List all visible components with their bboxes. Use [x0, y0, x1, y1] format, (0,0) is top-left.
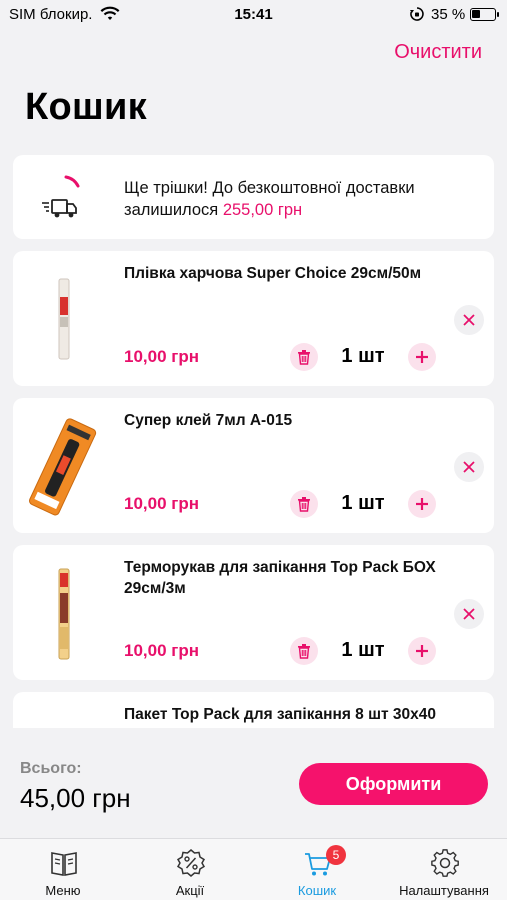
total-amount: 45,00 грн — [20, 783, 131, 813]
trash-icon — [298, 497, 310, 512]
product-quantity: 1 шт — [341, 345, 385, 367]
tab-menu-label: Меню — [45, 883, 81, 898]
remove-item-button[interactable] — [454, 305, 484, 335]
cart-item[interactable]: Пакет Top Pack для запікання 8 шт 30x40 — [13, 692, 494, 728]
increase-quantity-button[interactable] — [408, 490, 436, 518]
product-name: Плівка харчова Super Choice 29см/50м — [124, 265, 422, 282]
clear-cart-button[interactable]: Очистити — [394, 41, 482, 64]
product-name: Пакет Top Pack для запікання 8 шт 30x40 — [124, 706, 437, 723]
delete-item-button[interactable] — [290, 343, 318, 371]
plus-icon — [416, 645, 428, 657]
product-quantity: 1 шт — [341, 639, 385, 661]
menu-book-icon — [51, 852, 77, 876]
product-image — [58, 568, 70, 660]
tab-cart[interactable]: 5 Кошик — [254, 839, 380, 900]
total-label: Всього: — [20, 760, 82, 777]
rotation-lock-icon — [410, 7, 424, 21]
tab-menu[interactable]: Меню — [0, 839, 126, 900]
cart-item[interactable]: Супер клей 7мл A-015 10,00 грн 1 шт — [13, 398, 494, 533]
product-image — [58, 278, 70, 360]
product-image — [29, 418, 97, 516]
battery-percent: 35 % — [431, 6, 466, 23]
product-quantity: 1 шт — [341, 492, 385, 514]
page-title: Кошик — [25, 86, 147, 128]
status-bar: SIM блокир. 15:41 35 % — [0, 0, 507, 30]
trash-icon — [298, 350, 310, 365]
tab-settings[interactable]: Налаштування — [381, 839, 507, 900]
delete-item-button[interactable] — [290, 490, 318, 518]
tab-cart-label: Кошик — [297, 883, 337, 898]
settings-gear-icon — [431, 849, 459, 877]
close-icon — [463, 314, 475, 326]
close-icon — [463, 461, 475, 473]
product-name: Терморукав для запікання Top Pack БОХ 29… — [124, 559, 436, 597]
increase-quantity-button[interactable] — [408, 637, 436, 665]
delivery-message: Ще трішки! До безкоштовної доставки зали… — [124, 177, 484, 221]
tab-promotions-label: Акції — [175, 883, 205, 898]
tab-bar: Меню Акції 5 Кошик Налаштування — [0, 838, 507, 900]
tab-settings-label: Налаштування — [399, 883, 489, 898]
tab-promotions[interactable]: Акції — [127, 839, 253, 900]
checkout-bar: Всього: 45,00 грн Оформити — [0, 728, 507, 838]
plus-icon — [416, 351, 428, 363]
free-delivery-banner: Ще трішки! До безкоштовної доставки зали… — [13, 155, 494, 239]
increase-quantity-button[interactable] — [408, 343, 436, 371]
cart-item[interactable]: Терморукав для запікання Top Pack БОХ 29… — [13, 545, 494, 680]
product-name: Супер клей 7мл A-015 — [124, 412, 293, 429]
close-icon — [463, 608, 475, 620]
cart-count-badge: 5 — [326, 845, 346, 865]
delivery-truck-icon — [42, 175, 80, 218]
product-price: 10,00 грн — [124, 641, 199, 660]
trash-icon — [298, 644, 310, 659]
discount-badge-icon — [176, 849, 206, 877]
delete-item-button[interactable] — [290, 637, 318, 665]
battery-icon — [470, 8, 499, 21]
cart-item[interactable]: Плівка харчова Super Choice 29см/50м 10,… — [13, 251, 494, 386]
plus-icon — [416, 498, 428, 510]
checkout-button[interactable]: Оформити — [299, 763, 488, 805]
remove-item-button[interactable] — [454, 452, 484, 482]
product-price: 10,00 грн — [124, 347, 199, 366]
cart-items-list[interactable]: Плівка харчова Super Choice 29см/50м 10,… — [0, 251, 507, 728]
delivery-remaining-amount: 255,00 грн — [222, 201, 303, 219]
remove-item-button[interactable] — [454, 599, 484, 629]
product-price: 10,00 грн — [124, 494, 199, 513]
